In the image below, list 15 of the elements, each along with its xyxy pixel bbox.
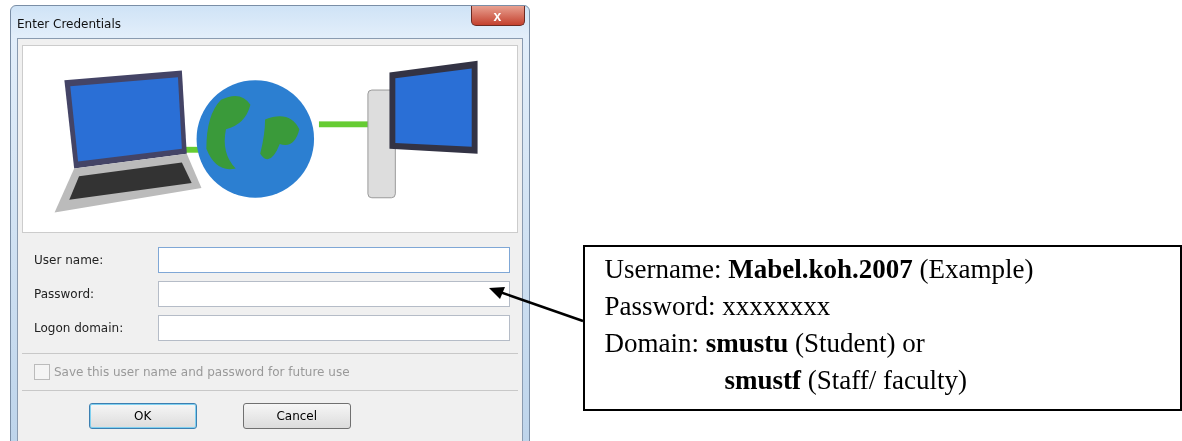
callout-text: smustf (Staff/ faculty)	[724, 364, 967, 397]
dialog-button[interactable]: Cancel	[242, 403, 351, 429]
field-label: User name:	[34, 253, 105, 267]
close-button[interactable]: x	[470, 6, 525, 26]
window-title: Enter Credentials	[17, 17, 122, 31]
callout-text: Password: xxxxxxxx	[604, 290, 831, 323]
field-label: Password:	[34, 287, 96, 301]
dialog-button[interactable]: OK	[88, 403, 197, 429]
callout-text: Domain: smustu (Student) or	[604, 327, 925, 360]
checkbox-label: Save this user name and password for future use	[54, 365, 350, 379]
text-field[interactable]	[158, 315, 510, 341]
text-field[interactable]	[158, 247, 510, 273]
callout-text: Username: Mabel.koh.2007 (Example)	[604, 253, 1034, 286]
text-field[interactable]	[158, 281, 510, 307]
field-label: Logon domain:	[34, 321, 125, 335]
